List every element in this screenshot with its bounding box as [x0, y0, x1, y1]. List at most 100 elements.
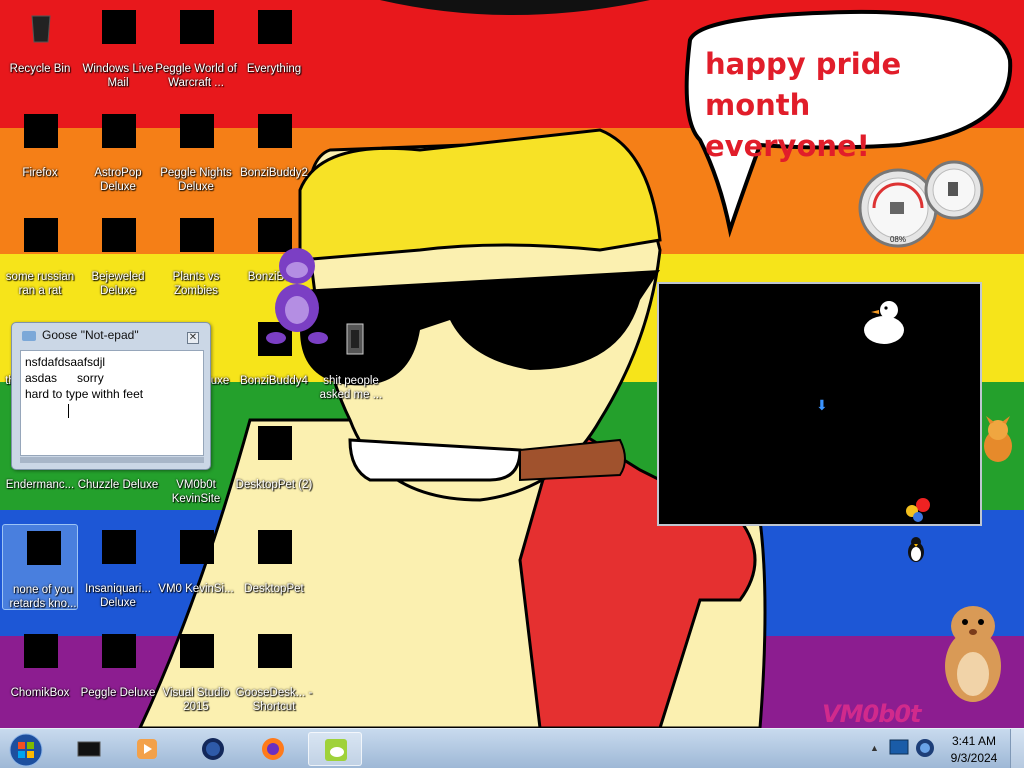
taskbar-app-player[interactable] — [120, 732, 174, 766]
show-hidden-icons-button[interactable]: ▲ — [870, 743, 879, 753]
penguin-icon — [908, 537, 924, 562]
desktop-icon-chomikbox[interactable]: ChomikBox — [0, 628, 80, 726]
desktop-icon-none-of-you[interactable]: none of you retards kno... — [2, 524, 78, 610]
desktop-icon-label: Peggle Deluxe — [80, 687, 156, 699]
desktop-icon-label: Windows Live Mail — [82, 63, 154, 89]
desktop-icon-astropop[interactable]: AstroPop Deluxe — [78, 108, 158, 206]
desktop-icon-everything[interactable]: Everything — [234, 4, 314, 102]
desktop-icon-label: Peggle Nights Deluxe — [160, 167, 232, 193]
desktop-icon-windows-live-mail[interactable]: Windows Live Mail — [78, 4, 158, 102]
clock-time[interactable]: 3:41 AM — [946, 734, 1002, 748]
start-button[interactable] — [6, 733, 46, 767]
pet-creature-icon[interactable] — [980, 416, 1016, 466]
bonzibuddy-character[interactable] — [262, 238, 332, 348]
taskbar: ▲ 3:41 AM 9/3/2024 — [0, 728, 1024, 768]
folder-icon — [346, 323, 364, 355]
desktop-icon-desktoppet[interactable]: DesktopPet — [234, 524, 314, 622]
desktop-icon-label: none of you retards kno... — [9, 584, 77, 610]
show-desktop-button[interactable] — [1010, 729, 1024, 768]
desktoppet-icon — [258, 426, 292, 460]
network-icon[interactable] — [914, 737, 936, 759]
desktop-icon-label: Firefox — [22, 167, 58, 179]
desktop-icon-label: BonziBuddy2 — [240, 167, 308, 179]
notepad-title: Goose "Not-epad" — [42, 328, 139, 342]
desktop-icon-insaniquarium[interactable]: Insaniquari... Deluxe — [78, 524, 158, 622]
arrow-down-icon: ⬇ — [816, 397, 828, 413]
firefox-icon — [24, 114, 58, 148]
goose-icon — [325, 739, 347, 761]
desktop-icon-label: ChomikBox — [10, 687, 70, 699]
speech-bubble-text: happy pride month everyone! — [705, 44, 995, 167]
notepad-line-2: asdas sorry — [25, 371, 104, 385]
close-icon[interactable]: ✕ — [187, 332, 199, 344]
firefox-icon — [262, 738, 284, 760]
insaniquarium-icon — [102, 530, 136, 564]
notepad-titlebar[interactable]: Goose "Not-epad" ✕ — [12, 323, 210, 347]
desktop-icon-label: some russian ran a rat — [5, 271, 75, 297]
goose-notepad-window[interactable]: Goose "Not-epad" ✕ nsfdafdsaafsdjl asdas… — [11, 322, 211, 470]
system-gauges-widget[interactable]: 08% — [856, 160, 986, 250]
wallpaper-watermark: VM0b0t — [822, 700, 922, 728]
hamster-character[interactable] — [940, 596, 1006, 706]
desktop-icon-peggle-wow[interactable]: Peggle World of Warcraft ... — [155, 4, 237, 102]
desktop-icon-label: BonziBuddy4 — [240, 375, 308, 387]
desktop-icon-bonzibuddy2[interactable]: BonziBuddy2 — [234, 108, 314, 206]
speech-bubble-line1: happy pride month — [705, 47, 902, 122]
clock-date[interactable]: 9/3/2024 — [946, 751, 1002, 765]
media-player-icon — [137, 739, 157, 759]
desktop-icon-label: VM0b0t KevinSite — [171, 479, 221, 505]
desktop-icon-russian-rat[interactable]: some russian ran a rat — [0, 212, 80, 310]
desktop-icon-firefox[interactable]: Firefox — [0, 108, 80, 206]
desktop-icon-goosedesktop-shortcut[interactable]: GooseDesk... - Shortcut — [234, 628, 314, 726]
desktop-icon-label: GooseDesk... - Shortcut — [235, 687, 313, 713]
desktop-icon-label: Plants vs Zombies — [172, 271, 220, 297]
notepad-text-area[interactable]: nsfdafdsaafsdjl asdas sorry hard to type… — [20, 350, 204, 456]
app-icon — [180, 530, 214, 564]
desktop-icon-label: Insaniquari... Deluxe — [85, 583, 151, 609]
desktop-icon-label: Bejeweled Deluxe — [91, 271, 145, 297]
desktop-icon-peggle-deluxe[interactable]: Peggle Deluxe — [78, 628, 158, 726]
desktop-icon-label: Visual Studio 2015 — [162, 687, 230, 713]
balloons-icon — [906, 498, 930, 522]
desktop-icon-label: Recycle Bin — [9, 63, 71, 75]
gauge-readout: 08% — [890, 235, 906, 244]
chomikbox-icon — [24, 634, 58, 668]
black-overlay-window[interactable]: ⬇ — [657, 282, 982, 526]
search-app-icon — [258, 10, 292, 44]
desktop-icon-label: Peggle World of Warcraft ... — [155, 63, 237, 89]
desktop-icon-recycle-bin[interactable]: Recycle Bin — [0, 4, 80, 102]
peggle-icon — [102, 634, 136, 668]
display-icon[interactable] — [888, 737, 910, 759]
bejeweled-icon — [102, 218, 136, 252]
desktop-icon-label: DesktopPet — [244, 583, 304, 595]
peggle-nights-icon — [180, 114, 214, 148]
notepad-app-icon — [22, 331, 36, 341]
desktop-icon-label: DesktopPet (2) — [235, 479, 313, 491]
desktop-icon-label: Everything — [246, 63, 302, 75]
app-icon — [27, 531, 61, 565]
recycle-bin-icon — [31, 15, 51, 43]
desktop-icon-bejeweled[interactable]: Bejeweled Deluxe — [78, 212, 158, 310]
desktop-icon-visual-studio[interactable]: Visual Studio 2015 — [156, 628, 236, 726]
desktop-icon-label: Chuzzle Deluxe — [77, 479, 159, 491]
visual-studio-icon — [180, 634, 214, 668]
desktop-icon-vm0-kevinsite[interactable]: VM0 KevinSi... — [156, 524, 236, 622]
taskbar-app-globe[interactable] — [186, 732, 240, 766]
desktop[interactable]: happy pride month everyone! Recycle Bin … — [0, 0, 1024, 728]
folder-icon — [258, 114, 292, 148]
taskbar-app-firefox[interactable] — [246, 732, 300, 766]
desktop-icon-peggle-nights[interactable]: Peggle Nights Deluxe — [156, 108, 236, 206]
desktop-icon-label: VM0 KevinSi... — [158, 583, 234, 595]
notepad-statusbar — [20, 457, 204, 463]
desktop-icon-plants-vs-zombies[interactable]: Plants vs Zombies — [156, 212, 236, 310]
taskbar-app-goose[interactable] — [308, 732, 362, 766]
astropop-icon — [102, 114, 136, 148]
notepad-line-1: nsfdafdsaafsdjl — [25, 355, 106, 369]
desktoppet-icon — [258, 530, 292, 564]
desktop-icon-label: shit people asked me ... — [319, 375, 383, 401]
goose-character[interactable] — [859, 298, 909, 348]
goose-icon — [258, 634, 292, 668]
taskbar-app-monitor[interactable] — [62, 732, 116, 766]
text-caret — [68, 403, 69, 418]
desktop-icon-desktoppet-2[interactable]: DesktopPet (2) — [234, 420, 314, 518]
